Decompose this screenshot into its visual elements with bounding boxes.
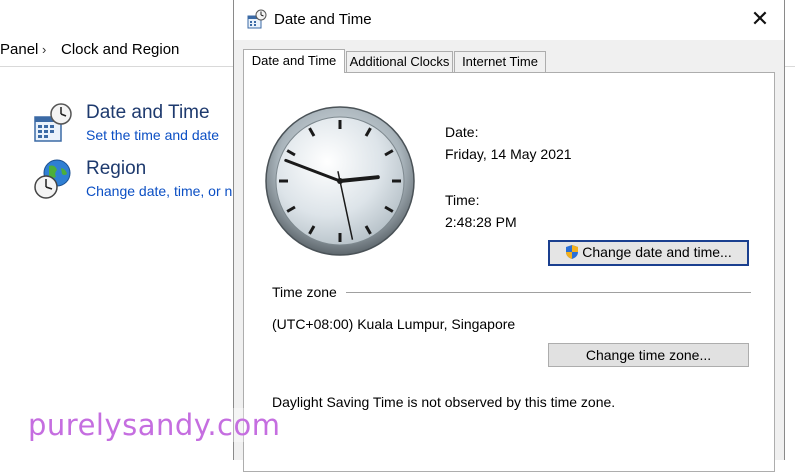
tab-date-and-time[interactable]: Date and Time	[243, 49, 345, 73]
globe-clock-icon[interactable]	[33, 158, 73, 205]
time-value: 2:48:28 PM	[445, 214, 517, 230]
cp-date-and-time-title[interactable]: Date and Time	[86, 102, 210, 124]
breadcrumb-item-clock-and-region[interactable]: Clock and Region	[61, 33, 179, 67]
uac-shield-icon	[565, 244, 579, 263]
cp-region-title[interactable]: Region	[86, 158, 146, 180]
cp-change-date-time-link[interactable]: Change date, time, or n	[86, 183, 232, 199]
time-label: Time:	[445, 192, 480, 208]
change-time-zone-button[interactable]: Change time zone...	[548, 343, 749, 367]
breadcrumb-separator: ›	[42, 42, 47, 57]
date-and-time-dialog: Date and Time ✕ Date and Time Additional…	[233, 0, 785, 472]
tab-internet-time[interactable]: Internet Time	[454, 51, 546, 72]
close-button[interactable]: ✕	[736, 0, 784, 40]
change-date-and-time-button[interactable]: Change date and time...	[548, 240, 749, 266]
dialog-titlebar[interactable]: Date and Time ✕	[234, 0, 784, 40]
time-zone-heading: Time zone	[272, 284, 337, 300]
date-value: Friday, 14 May 2021	[445, 146, 572, 162]
dialog-title: Date and Time	[274, 11, 372, 28]
time-zone-divider	[346, 292, 751, 293]
cp-set-time-date-link[interactable]: Set the time and date	[86, 127, 219, 143]
date-time-app-icon	[247, 9, 267, 34]
analog-clock	[264, 105, 416, 262]
time-zone-value: (UTC+08:00) Kuala Lumpur, Singapore	[272, 316, 516, 332]
change-date-and-time-label: Change date and time...	[582, 243, 732, 260]
dst-note: Daylight Saving Time is not observed by …	[272, 394, 616, 410]
breadcrumb-item-control-panel[interactable]: Panel	[0, 33, 38, 67]
watermark-text: purelysandy.com	[26, 408, 283, 442]
tab-panel-date-and-time: Date: Friday, 14 May 2021 Time: 2:48:28 …	[243, 72, 775, 472]
calendar-clock-icon[interactable]	[33, 103, 73, 148]
tab-additional-clocks[interactable]: Additional Clocks	[346, 51, 453, 72]
date-label: Date:	[445, 124, 479, 140]
